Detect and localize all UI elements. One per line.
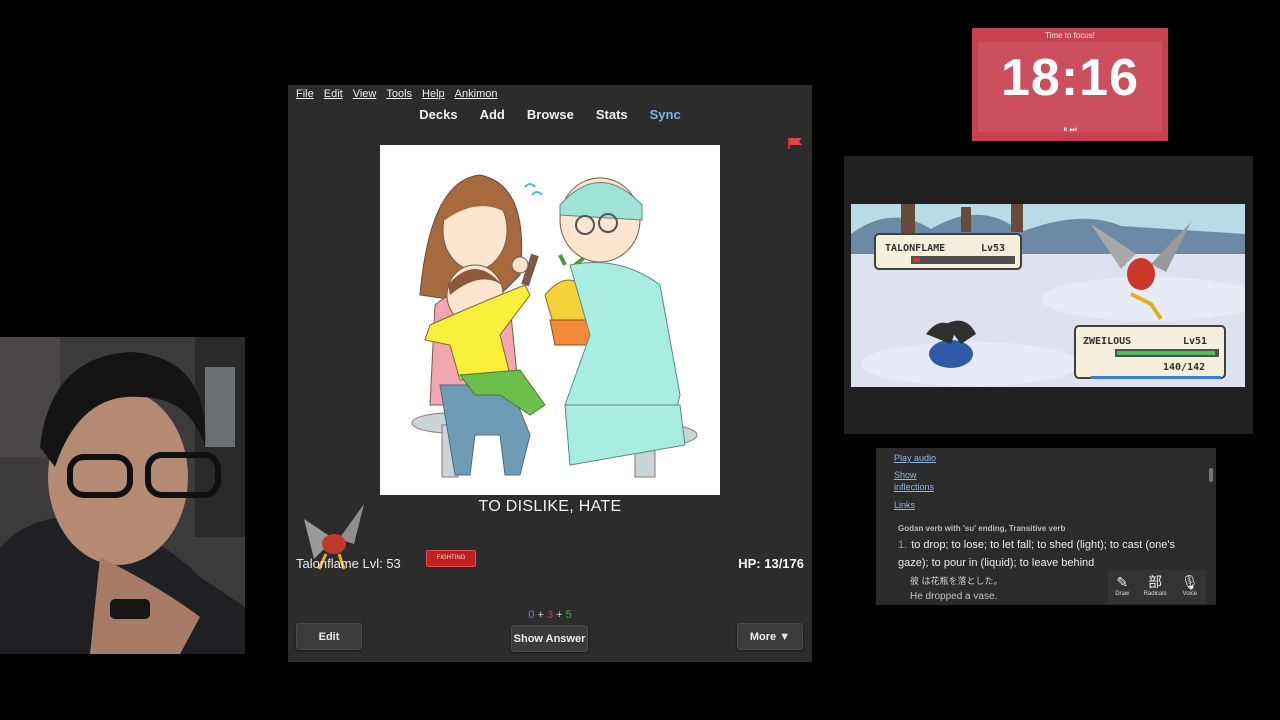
more-button[interactable]: More ▼: [737, 623, 803, 650]
player-hp-bar: [1117, 351, 1215, 355]
definition-number: 1.: [898, 539, 908, 551]
play-audio-link[interactable]: Play audio: [894, 453, 936, 463]
menu-edit[interactable]: Edit: [324, 88, 343, 104]
card-illustration: [380, 145, 720, 495]
radicals-icon: 部: [1148, 574, 1163, 590]
timer-clock: 18:16: [1001, 49, 1139, 107]
edit-button[interactable]: Edit: [296, 623, 362, 650]
input-tools: ✎ Draw 部 Radicals 🎙 Voice: [1108, 570, 1206, 604]
menu-ankimon[interactable]: Ankimon: [455, 88, 498, 104]
definition-text: to drop; to lose; to let fall; to shed (…: [898, 539, 1175, 569]
player-hp-text: 140/142: [1163, 362, 1205, 373]
dictionary-panel: Play audio Show inflections Links Godan …: [876, 448, 1216, 605]
review-count: 5: [565, 609, 572, 621]
focus-timer: Time to focus! 18:16 ⏸ ⏭: [972, 28, 1168, 141]
menu-file[interactable]: File: [296, 88, 314, 104]
voice-tool[interactable]: 🎙 Voice: [1181, 570, 1199, 604]
battle-panel: TALONFLAME Lv53 ZWEILOUS Lv51 140/142: [844, 156, 1253, 434]
toolbar-decks[interactable]: Decks: [419, 107, 457, 130]
pokemon-name-level: Talonflame Lvl: 53: [296, 556, 401, 571]
toolbar-browse[interactable]: Browse: [527, 107, 574, 130]
draw-label: Draw: [1115, 591, 1130, 597]
player-level: Lv51: [1183, 336, 1207, 347]
webcam-person-image: [0, 337, 245, 654]
due-counts: 0 + 3 + 5: [288, 609, 812, 621]
menu-view[interactable]: View: [353, 88, 377, 104]
show-answer-button[interactable]: Show Answer: [511, 625, 588, 652]
toolbar-add[interactable]: Add: [480, 107, 505, 130]
dentist-child-illustration: [380, 145, 720, 495]
inflections-link[interactable]: inflections: [894, 482, 934, 492]
webcam-feed: [0, 337, 245, 654]
learning-count: 3: [546, 609, 554, 621]
enemy-hp-bar: [913, 258, 920, 262]
scrollbar[interactable]: [1208, 450, 1214, 603]
menu-tools[interactable]: Tools: [386, 88, 412, 104]
main-toolbar: Decks Add Browse Stats Sync: [288, 104, 812, 130]
enemy-level: Lv53: [981, 243, 1005, 254]
scrollbar-thumb[interactable]: [1209, 468, 1213, 482]
anki-window: File Edit View Tools Help Ankimon Decks …: [288, 85, 812, 662]
timer-controls[interactable]: ⏸ ⏭: [972, 125, 1168, 135]
enemy-name: TALONFLAME: [885, 243, 945, 254]
toolbar-sync[interactable]: Sync: [650, 107, 681, 130]
microphone-icon: 🎙: [1181, 574, 1199, 590]
flag-icon[interactable]: [788, 138, 802, 149]
pokemon-hp: HP: 13/176: [738, 556, 804, 571]
plus-separator: +: [537, 609, 544, 621]
definition: 1. to drop; to lose; to let fall; to shed…: [898, 536, 1198, 572]
example-english: He dropped a vase.: [910, 591, 998, 602]
toolbar-stats[interactable]: Stats: [596, 107, 628, 130]
voice-label: Voice: [1182, 591, 1198, 597]
battle-scene: TALONFLAME Lv53 ZWEILOUS Lv51 140/142: [851, 204, 1245, 387]
player-name: ZWEILOUS: [1083, 336, 1131, 347]
plus-separator: +: [556, 609, 563, 621]
draw-tool[interactable]: ✎ Draw: [1115, 570, 1129, 604]
draw-icon: ✎: [1116, 574, 1129, 590]
timer-title: Time to focus!: [1045, 31, 1095, 40]
example-japanese: 彼 は花瓶を落とした。: [910, 576, 1003, 586]
menu-bar: File Edit View Tools Help Ankimon: [288, 85, 812, 104]
radicals-tool[interactable]: 部 Radicals: [1144, 570, 1167, 604]
new-count: 0: [528, 609, 535, 621]
show-link[interactable]: Show: [894, 470, 917, 480]
links-link[interactable]: Links: [894, 500, 915, 510]
part-of-speech: Godan verb with 'su' ending, Transitive …: [898, 524, 1066, 533]
pokemon-type-badge: FIGHTING: [426, 550, 476, 567]
radicals-label: Radicals: [1143, 591, 1167, 597]
menu-help[interactable]: Help: [422, 88, 445, 104]
